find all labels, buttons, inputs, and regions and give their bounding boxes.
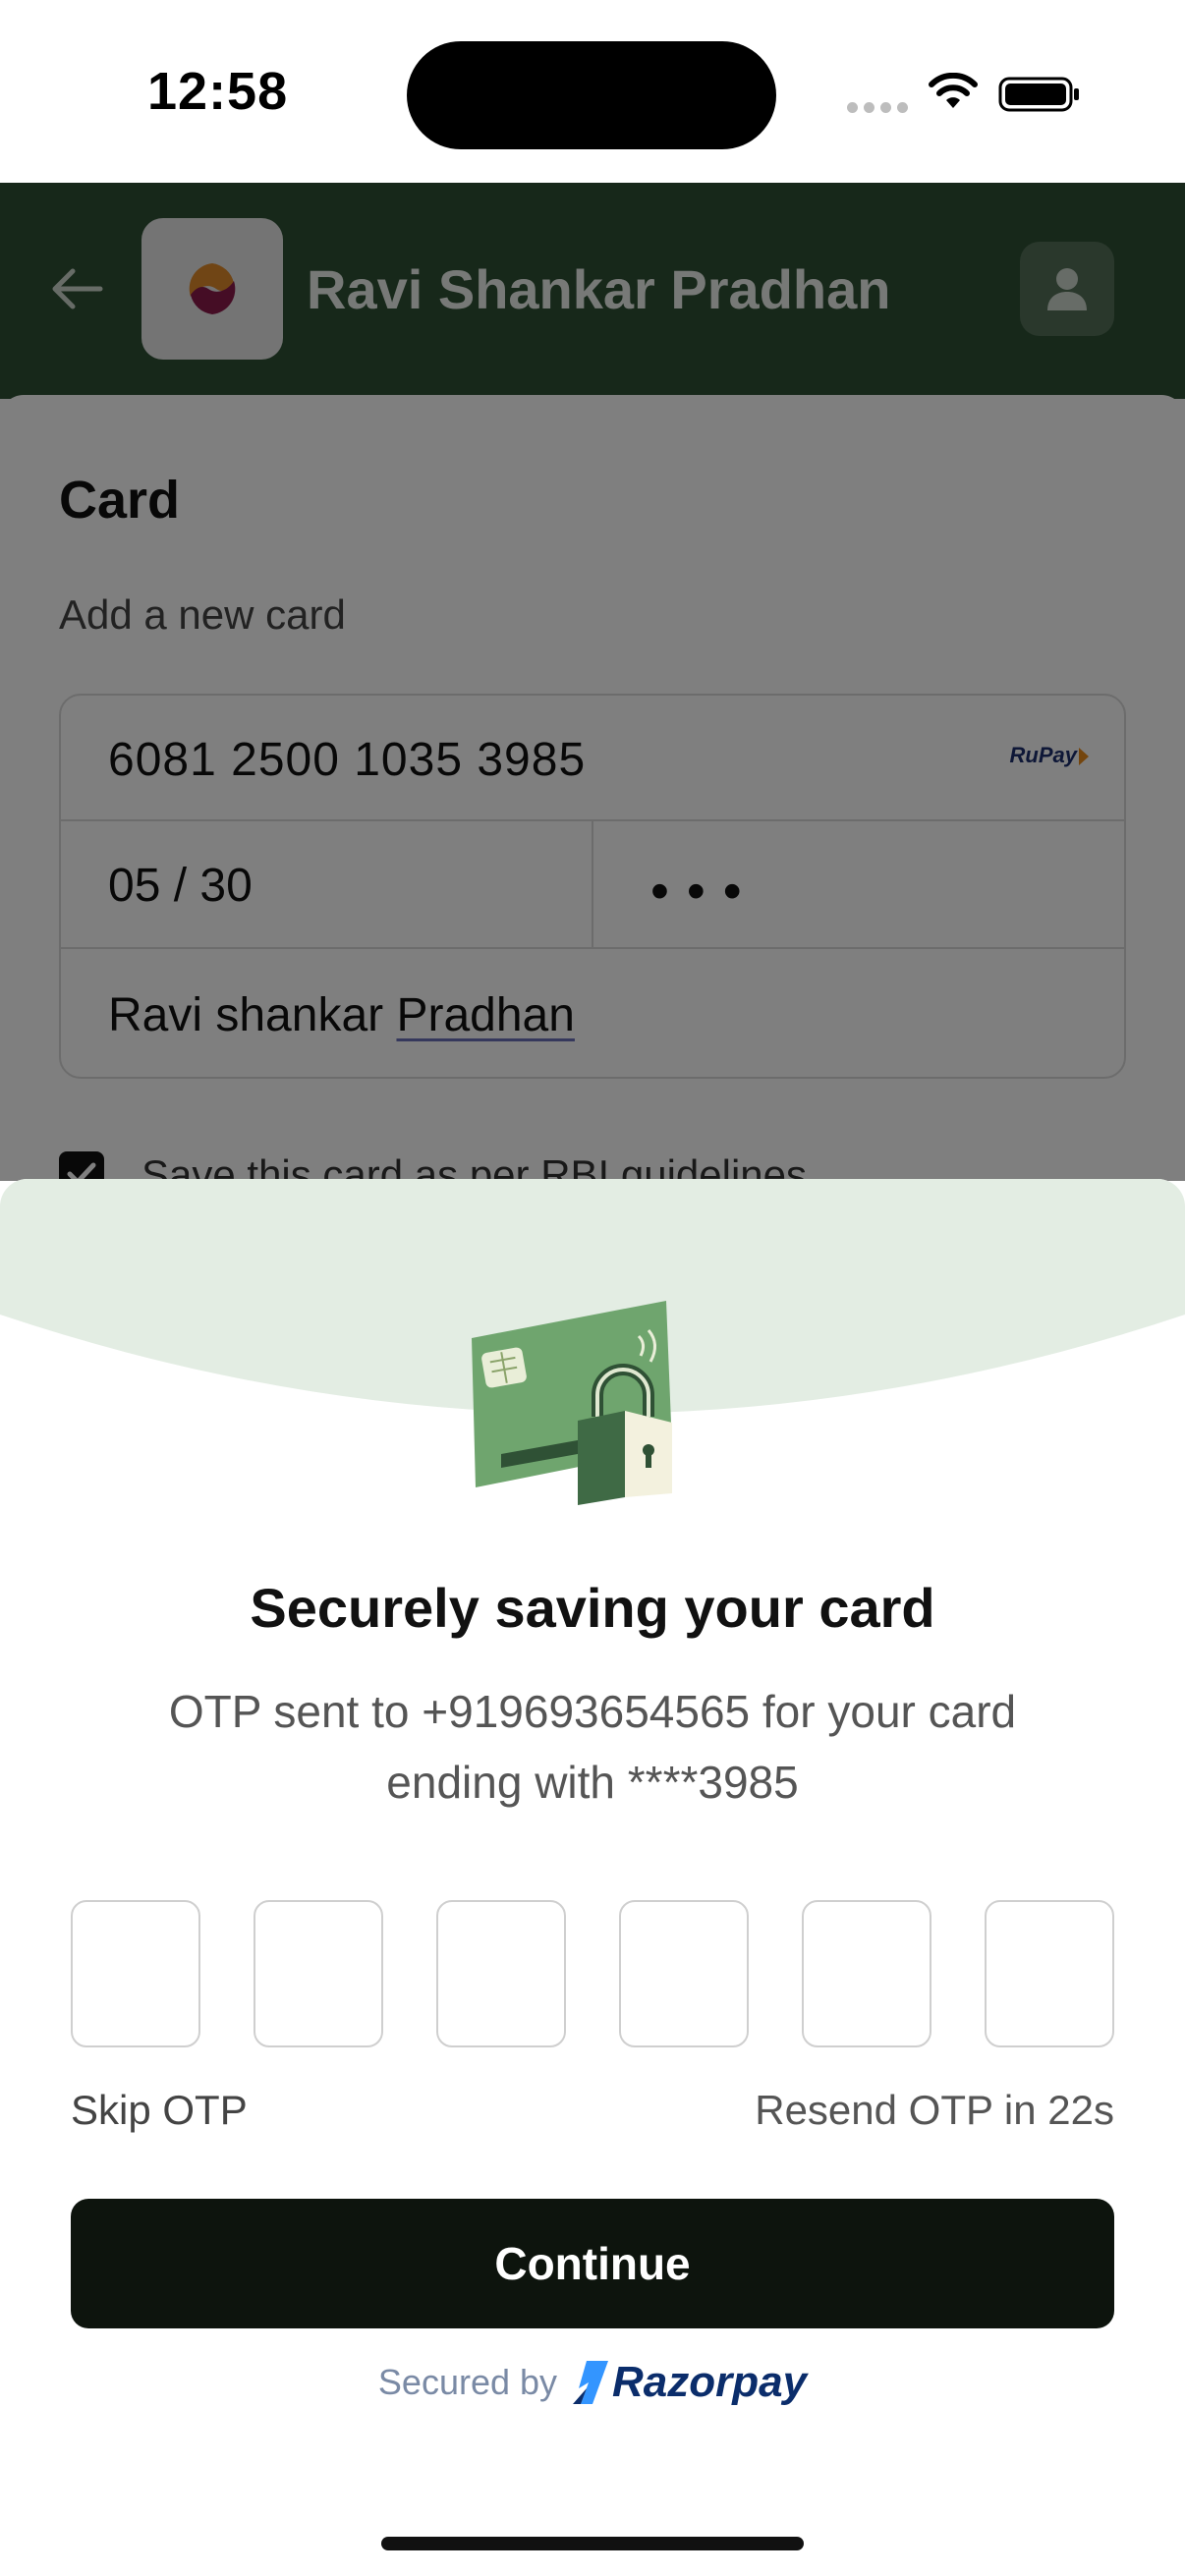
otp-digit-3[interactable]	[436, 1900, 566, 2047]
continue-button[interactable]: Continue	[71, 2199, 1114, 2328]
razorpay-logo: Razorpay	[573, 2358, 807, 2407]
otp-digit-2[interactable]	[254, 1900, 383, 2047]
razorpay-wordmark: Razorpay	[612, 2358, 808, 2406]
secured-by-label: Secured by	[377, 2362, 558, 2402]
otp-digit-6[interactable]	[985, 1900, 1114, 2047]
sheet-title: Securely saving your card	[250, 1577, 935, 1639]
dim-overlay[interactable]	[0, 183, 1185, 1181]
otp-digit-1[interactable]	[71, 1900, 200, 2047]
otp-digit-5[interactable]	[802, 1900, 931, 2047]
battery-icon	[998, 77, 1079, 112]
status-bar: 12:58	[0, 0, 1185, 183]
skip-otp-link[interactable]: Skip OTP	[71, 2087, 248, 2134]
otp-input-group	[71, 1900, 1114, 2047]
otp-bottom-sheet: Securely saving your card OTP sent to +9…	[0, 1179, 1185, 2576]
wifi-icon	[929, 73, 978, 108]
otp-sent-description: OTP sent to +919693654565 for your card …	[168, 1686, 1017, 1808]
otp-digit-4[interactable]	[619, 1900, 749, 2047]
secured-by-footer: Secured by Razorpay	[0, 2358, 1185, 2407]
dynamic-island	[407, 41, 776, 149]
resend-otp-timer: Resend OTP in 22s	[755, 2087, 1114, 2133]
status-time: 12:58	[147, 62, 289, 121]
cellular-signal-icon	[847, 102, 908, 113]
razorpay-mark-icon	[573, 2361, 609, 2404]
secure-card-lock-icon	[472, 1301, 672, 1505]
home-indicator	[381, 2537, 804, 2550]
